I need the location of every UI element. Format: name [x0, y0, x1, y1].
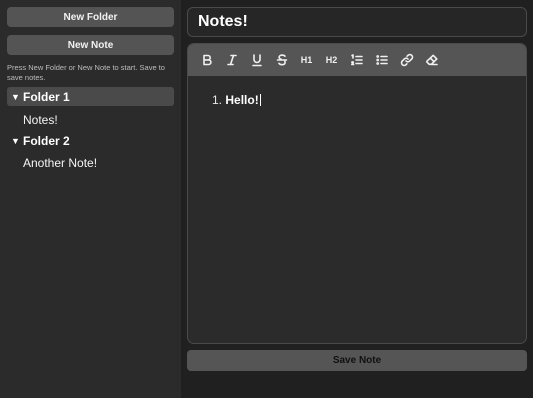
strikethrough-icon[interactable] [269, 48, 294, 72]
new-note-button[interactable]: New Note [7, 35, 174, 55]
folder-item-2[interactable]: ▼ Folder 2 [7, 131, 174, 150]
eraser-icon[interactable] [419, 48, 444, 72]
editor-toolbar: H1 H2 [188, 44, 526, 76]
instruction-text: Press New Folder or New Note to start. S… [7, 63, 165, 82]
text-caret [259, 94, 261, 106]
folder-item-1[interactable]: ▼ Folder 1 [7, 87, 174, 106]
note-item[interactable]: Another Note! [23, 156, 97, 170]
new-folder-button[interactable]: New Folder [7, 7, 174, 27]
bold-icon[interactable] [194, 48, 219, 72]
folder-label: Folder 1 [23, 89, 70, 104]
heading1-icon[interactable]: H1 [294, 48, 319, 72]
note-title-input[interactable]: Notes! [187, 7, 527, 37]
heading2-icon[interactable]: H2 [319, 48, 344, 72]
underline-icon[interactable] [244, 48, 269, 72]
italic-icon[interactable] [219, 48, 244, 72]
expanded-triangle-icon[interactable]: ▼ [11, 92, 21, 102]
save-note-button[interactable]: Save Note [187, 350, 527, 371]
link-icon[interactable] [394, 48, 419, 72]
note-editor[interactable]: H1 H2 1. Hello! [187, 43, 527, 344]
note-item[interactable]: Notes! [23, 113, 58, 127]
heading1-label: H1 [300, 55, 313, 65]
editor-content[interactable]: 1. Hello! [212, 93, 261, 107]
list-item-text: Hello! [225, 93, 259, 107]
sidebar: New Folder New Note Press New Folder or … [0, 0, 181, 398]
folder-label: Folder 2 [23, 133, 70, 148]
heading2-label: H2 [325, 55, 338, 65]
expanded-triangle-icon[interactable]: ▼ [11, 136, 21, 146]
bullet-list-icon[interactable] [369, 48, 394, 72]
ordered-list-icon[interactable] [344, 48, 369, 72]
list-number: 1. [212, 93, 223, 107]
